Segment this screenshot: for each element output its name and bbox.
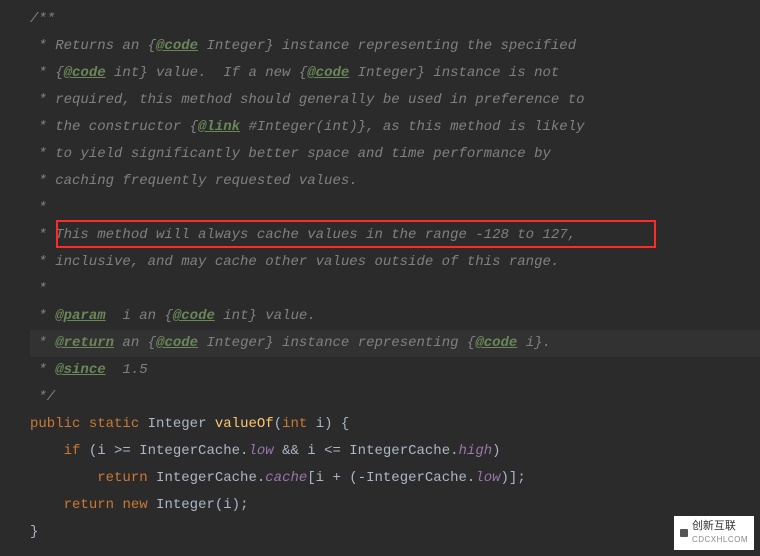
doc-line: * Returns an {@code Integer} instance re… bbox=[30, 33, 760, 60]
doc-line: * bbox=[30, 195, 760, 222]
doc-line: */ bbox=[30, 384, 760, 411]
doc-line: * {@code int} value. If a new {@code Int… bbox=[30, 60, 760, 87]
code-line: if (i >= IntegerCache.low && i <= Intege… bbox=[30, 438, 760, 465]
doc-line-current: * @return an {@code Integer} instance re… bbox=[30, 330, 760, 357]
watermark: 创新互联 CDCXHLCOM bbox=[674, 516, 754, 550]
javadoc-tag: @since bbox=[55, 362, 105, 378]
doc-line: * @param i an {@code int} value. bbox=[30, 303, 760, 330]
watermark-title: 创新互联 bbox=[692, 520, 736, 532]
doc-line: * to yield significantly better space an… bbox=[30, 141, 760, 168]
doc-line: * caching frequently requested values. bbox=[30, 168, 760, 195]
watermark-sub: CDCXHLCOM bbox=[692, 533, 748, 547]
doc-line: * the constructor {@link #Integer(int)},… bbox=[30, 114, 760, 141]
code-line: public static Integer valueOf(int i) { bbox=[30, 411, 760, 438]
doc-line-highlighted: * This method will always cache values i… bbox=[30, 222, 760, 249]
javadoc-tag: @return bbox=[55, 335, 114, 351]
javadoc-tag: @code bbox=[173, 308, 215, 324]
javadoc-tag: @code bbox=[156, 335, 198, 351]
static-field: low bbox=[475, 470, 500, 486]
javadoc-tag: @code bbox=[156, 38, 198, 54]
code-line: return new Integer(i); bbox=[30, 492, 760, 519]
static-field: cache bbox=[265, 470, 307, 486]
static-field: high bbox=[459, 443, 493, 459]
method-name: valueOf bbox=[215, 416, 274, 432]
doc-line: * bbox=[30, 276, 760, 303]
javadoc-tag: @code bbox=[64, 65, 106, 81]
code-line: } bbox=[30, 519, 760, 546]
javadoc-tag: @link bbox=[198, 119, 240, 135]
javadoc-tag: @code bbox=[307, 65, 349, 81]
doc-line: * inclusive, and may cache other values … bbox=[30, 249, 760, 276]
doc-line: * @since 1.5 bbox=[30, 357, 760, 384]
doc-line: /** bbox=[30, 6, 760, 33]
static-field: low bbox=[248, 443, 273, 459]
javadoc-tag: @param bbox=[55, 308, 105, 324]
watermark-icon bbox=[680, 529, 688, 537]
javadoc-tag: @code bbox=[475, 335, 517, 351]
code-editor: /** * Returns an {@code Integer} instanc… bbox=[0, 0, 760, 546]
doc-line: * required, this method should generally… bbox=[30, 87, 760, 114]
code-line: return IntegerCache.cache[i + (-IntegerC… bbox=[30, 465, 760, 492]
